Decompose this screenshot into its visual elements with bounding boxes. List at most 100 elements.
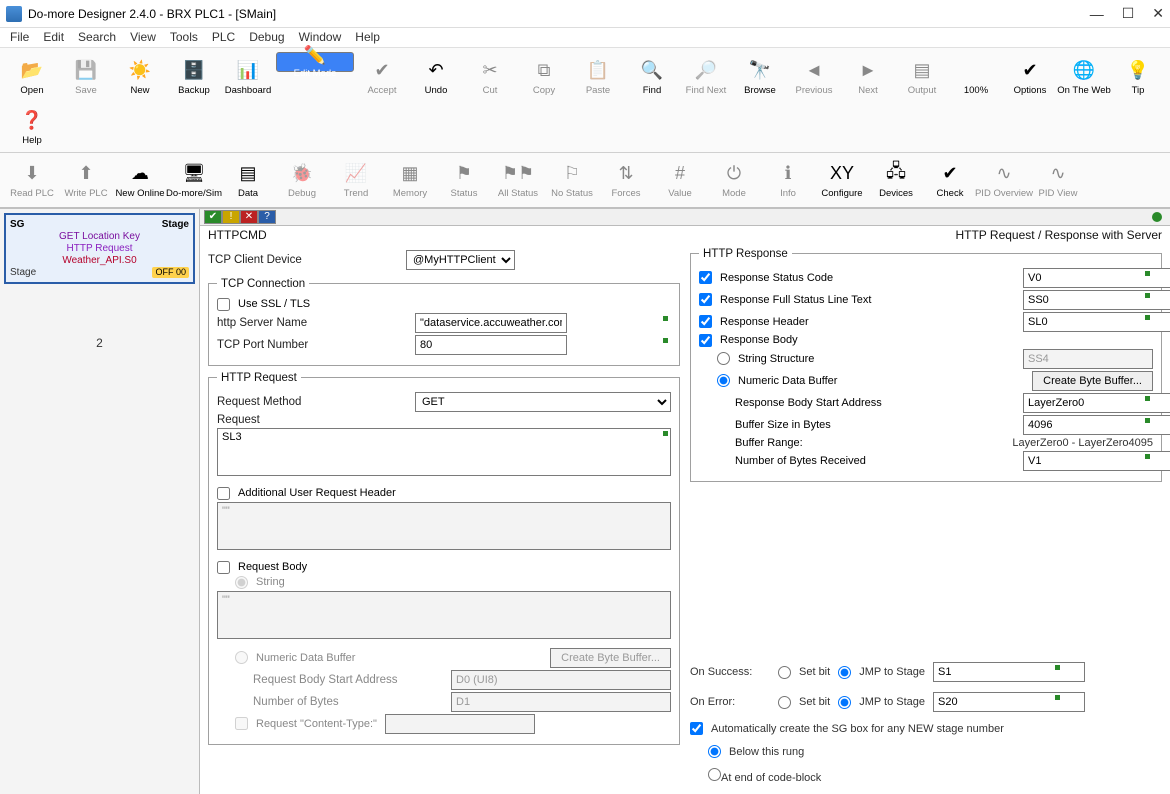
maximize-button[interactable]: ☐: [1122, 5, 1135, 22]
check-icon: ✔: [938, 162, 962, 186]
tool-new[interactable]: ☀️New: [114, 52, 166, 100]
resp-buf-range-value: LayerZero0 - LayerZero4095: [983, 437, 1153, 449]
create-byte-buffer-resp-button[interactable]: Create Byte Buffer...: [1032, 371, 1153, 391]
use-ssl-checkbox[interactable]: [217, 298, 230, 311]
resp-numeric-radio[interactable]: [717, 374, 730, 387]
cancel-icon[interactable]: ✕: [240, 210, 258, 224]
tool-mode: ⏻Mode: [708, 155, 760, 203]
tool-browse[interactable]: 🔭Browse: [734, 52, 786, 100]
tool-all-status: ⚑⚑All Status: [492, 155, 544, 203]
tool-save: 💾Save: [60, 52, 112, 100]
menu-help[interactable]: Help: [355, 30, 380, 45]
resp-header-checkbox[interactable]: [699, 315, 712, 328]
tool-options[interactable]: ✔Options: [1004, 52, 1056, 100]
tool-undo[interactable]: ↶Undo: [410, 52, 462, 100]
http-request-group: HTTP Request Request Method GET Request …: [208, 372, 680, 745]
menu-search[interactable]: Search: [78, 30, 116, 45]
menu-file[interactable]: File: [10, 30, 29, 45]
resp-status-line-checkbox[interactable]: [699, 293, 712, 306]
onerror-jmp-radio[interactable]: [838, 696, 851, 709]
tool-open[interactable]: 📂Open: [6, 52, 58, 100]
request-body-text: "": [217, 591, 671, 639]
data-icon: ▤: [236, 162, 260, 186]
tool-accept: ✔Accept: [356, 52, 408, 100]
tcp-device-select[interactable]: @MyHTTPClient: [406, 250, 515, 270]
write-plc-icon: ⬆: [74, 162, 98, 186]
req-num-bytes-input: [451, 692, 671, 712]
output-icon: ▤: [910, 59, 934, 83]
onerror-setbit-radio[interactable]: [778, 696, 791, 709]
tool-help[interactable]: ❓Help: [6, 102, 58, 150]
request-body-checkbox[interactable]: [217, 561, 230, 574]
tool-debug: 🐞Debug: [276, 155, 328, 203]
below-rung-radio[interactable]: [708, 745, 721, 758]
menu-view[interactable]: View: [130, 30, 156, 45]
tool-check[interactable]: ✔Check: [924, 155, 976, 203]
minimize-button[interactable]: —: [1090, 6, 1104, 22]
warn-icon[interactable]: !: [222, 210, 240, 224]
menu-bar: File Edit Search View Tools PLC Debug Window Hel…: [0, 28, 1170, 48]
stage-box[interactable]: SGStage GET Location Key HTTP Request We…: [4, 213, 195, 284]
resp-string-radio[interactable]: [717, 352, 730, 365]
configure-icon: XY: [830, 162, 854, 186]
onerror-stage-input[interactable]: [933, 692, 1085, 712]
tool-trend: 📈Trend: [330, 155, 382, 203]
undo-icon: ↶: [424, 59, 448, 83]
auto-create-sg-checkbox[interactable]: [690, 722, 703, 735]
tool-find[interactable]: 🔍Find: [626, 52, 678, 100]
port-input[interactable]: [415, 335, 567, 355]
tool-new-online[interactable]: ☁New Online: [114, 155, 166, 203]
onsuccess-setbit-radio[interactable]: [778, 666, 791, 679]
tool-find-next: 🔎Find Next: [680, 52, 732, 100]
addl-header-checkbox[interactable]: [217, 487, 230, 500]
find-icon: 🔍: [640, 59, 664, 83]
tool-100-[interactable]: 100%: [950, 52, 1002, 100]
tool-do-more-sim[interactable]: 🖥Do-more/Sim: [168, 155, 220, 203]
browse-icon: 🔭: [748, 59, 772, 83]
resp-status-code-checkbox[interactable]: [699, 271, 712, 284]
req-start-addr-input: [451, 670, 671, 690]
server-name-input[interactable]: [415, 313, 567, 333]
resp-string-input: [1023, 349, 1153, 369]
tool-next: ►Next: [842, 52, 894, 100]
resp-body-checkbox[interactable]: [699, 334, 712, 347]
onsuccess-jmp-radio[interactable]: [838, 666, 851, 679]
tool-edit-mode[interactable]: ✏️Edit Mode: [276, 52, 354, 72]
tool-cut: ✂Cut: [464, 52, 516, 100]
app-icon: [6, 6, 22, 22]
tool-forces: ⇅Forces: [600, 155, 652, 203]
tool-pid-overview: ∿PID Overview: [978, 155, 1030, 203]
next-icon: ►: [856, 59, 880, 83]
ladder-rail: SGStage GET Location Key HTTP Request We…: [0, 209, 200, 794]
instruction-name: HTTPCMD: [208, 228, 267, 242]
paste-icon: 📋: [586, 59, 610, 83]
tool-data[interactable]: ▤Data: [222, 155, 274, 203]
all-status-icon: ⚑⚑: [506, 162, 530, 186]
help-icon[interactable]: ?: [258, 210, 276, 224]
tool-devices[interactable]: 🖧Devices: [870, 155, 922, 203]
pid-overview-icon: ∿: [992, 162, 1016, 186]
tool-tip[interactable]: 💡Tip: [1112, 52, 1164, 100]
menu-edit[interactable]: Edit: [43, 30, 64, 45]
tool-backup[interactable]: 🗄️Backup: [168, 52, 220, 100]
cut-icon: ✂: [478, 59, 502, 83]
tool-write-plc: ⬆Write PLC: [60, 155, 112, 203]
end-block-radio[interactable]: [708, 768, 721, 781]
onsuccess-stage-input[interactable]: [933, 662, 1085, 682]
menu-plc[interactable]: PLC: [212, 30, 235, 45]
options-icon: ✔: [1018, 59, 1042, 83]
request-method-select[interactable]: GET: [415, 392, 671, 412]
tool-dashboard[interactable]: 📊Dashboard: [222, 52, 274, 100]
info-icon: ℹ: [776, 162, 800, 186]
body-string-radio: [235, 576, 248, 589]
close-button[interactable]: ✕: [1152, 5, 1164, 22]
request-text[interactable]: SL3: [217, 428, 671, 476]
menu-debug[interactable]: Debug: [249, 30, 284, 45]
tool-on-the-web[interactable]: 🌐On The Web: [1058, 52, 1110, 100]
tool-configure[interactable]: XYConfigure: [816, 155, 868, 203]
menu-window[interactable]: Window: [299, 30, 342, 45]
accept-icon[interactable]: ✔: [204, 210, 222, 224]
pid-view-icon: ∿: [1046, 162, 1070, 186]
menu-tools[interactable]: Tools: [170, 30, 198, 45]
debug-icon: 🐞: [290, 162, 314, 186]
